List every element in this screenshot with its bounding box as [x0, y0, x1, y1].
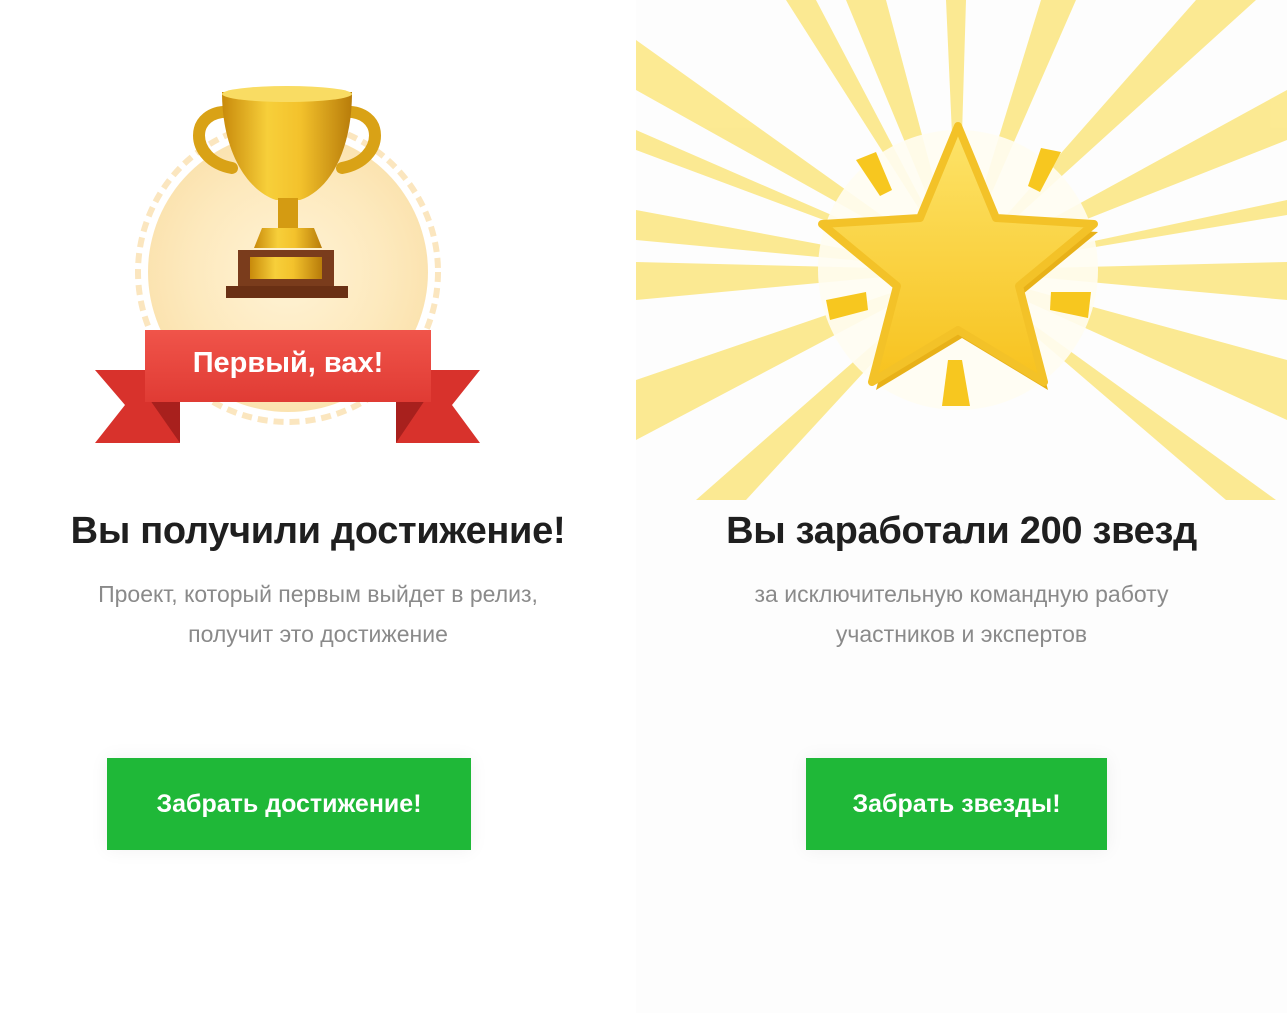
- description-line-2: участников и экспертов: [835, 621, 1088, 647]
- achievement-description: Проект, который первым выйдет в релиз, п…: [0, 574, 636, 654]
- description-line-1: Проект, который первым выйдет в релиз,: [98, 581, 538, 607]
- star-burst-illustration: [636, 0, 1287, 500]
- trophy-illustration: [95, 86, 480, 443]
- ribbon-label: Первый, вах!: [192, 346, 384, 379]
- description-line-1: за исключительную командную работу: [754, 581, 1169, 607]
- stars-description: за исключительную командную работу участ…: [636, 574, 1287, 654]
- stars-card: Вы заработали 200 звезд за исключительну…: [636, 0, 1287, 1013]
- description-line-2: получит это достижение: [188, 621, 448, 647]
- claim-stars-button[interactable]: Забрать звезды!: [806, 758, 1107, 850]
- claim-achievement-button[interactable]: Забрать достижение!: [107, 758, 471, 850]
- stars-title: Вы заработали 200 звезд: [726, 510, 1197, 552]
- achievement-card: Первый, вах! Вы получили достижение! Про…: [0, 0, 636, 1013]
- achievement-title: Вы получили достижение!: [70, 510, 566, 552]
